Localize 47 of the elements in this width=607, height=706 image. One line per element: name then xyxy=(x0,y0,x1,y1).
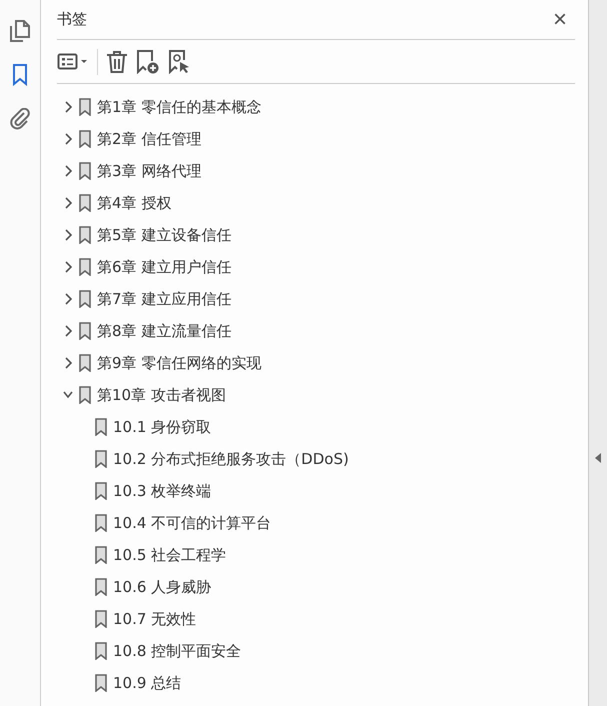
bookmark-item[interactable]: 10.2 分布式拒绝服务攻击（DDoS) xyxy=(113,450,349,468)
bookmark-icon xyxy=(95,610,107,628)
bookmark-icon xyxy=(95,450,107,468)
bookmark-icon xyxy=(95,674,107,692)
bookmark-item[interactable]: 第2章 信任管理 xyxy=(97,130,202,148)
bookmark-icon xyxy=(95,578,107,596)
panel-title: 书签 xyxy=(57,10,87,29)
bookmark-item[interactable]: 第4章 授权 xyxy=(97,194,172,212)
bookmark-icon xyxy=(95,482,107,500)
collapse-arrow-icon[interactable] xyxy=(595,453,601,463)
bookmark-icon xyxy=(79,162,91,180)
pages-icon[interactable] xyxy=(10,20,30,42)
bookmark-item[interactable]: 10.1 身份窃取 xyxy=(113,418,212,436)
bookmark-item[interactable]: 10.3 枚举终端 xyxy=(113,482,212,500)
bookmark-icon xyxy=(79,258,91,276)
close-button[interactable]: × xyxy=(544,8,575,32)
bookmark-item[interactable]: 第5章 建立设备信任 xyxy=(97,226,232,244)
bookmark-icon xyxy=(79,98,91,116)
bookmark-item[interactable]: 第1章 零信任的基本概念 xyxy=(97,98,262,116)
bookmark-icon xyxy=(95,546,107,564)
bookmark-icon xyxy=(79,386,91,404)
bookmark-item[interactable]: 第7章 建立应用信任 xyxy=(97,290,232,308)
bookmark-item[interactable]: 第3章 网络代理 xyxy=(97,162,202,180)
bookmark-icon xyxy=(95,418,107,436)
bookmark-icon xyxy=(79,130,91,148)
bookmark-icon[interactable] xyxy=(12,64,28,86)
bookmark-item[interactable]: 10.4 不可信的计算平台 xyxy=(113,514,272,532)
bookmark-item[interactable]: 10.7 无效性 xyxy=(113,610,196,628)
trash-icon[interactable] xyxy=(106,50,128,74)
bookmark-icon xyxy=(79,322,91,340)
bookmark-item[interactable]: 第8章 建立流量信任 xyxy=(97,322,232,340)
bookmark-item[interactable]: 10.9 总结 xyxy=(113,674,182,692)
bookmark-icon xyxy=(79,194,91,212)
bookmark-icon xyxy=(79,290,91,308)
bookmark-item[interactable]: 第6章 建立用户信任 xyxy=(97,258,232,276)
bookmark-icon xyxy=(95,514,107,532)
bookmark-item[interactable]: 第9章 零信任网络的实现 xyxy=(97,354,262,372)
bookmark-icon xyxy=(79,354,91,372)
bookmark-item[interactable]: 10.5 社会工程学 xyxy=(113,546,226,564)
options-menu-icon[interactable] xyxy=(57,52,89,72)
bookmark-item[interactable]: 10.6 人身威胁 xyxy=(113,578,212,596)
bookmark-icon xyxy=(95,642,107,660)
bookmark-item[interactable]: 第10章 攻击者视图 xyxy=(97,386,226,404)
bookmark-item[interactable]: 10.8 控制平面安全 xyxy=(113,642,242,660)
add-bookmark-icon[interactable] xyxy=(136,50,160,74)
paperclip-icon[interactable] xyxy=(10,108,30,130)
bookmark-icon xyxy=(79,226,91,244)
